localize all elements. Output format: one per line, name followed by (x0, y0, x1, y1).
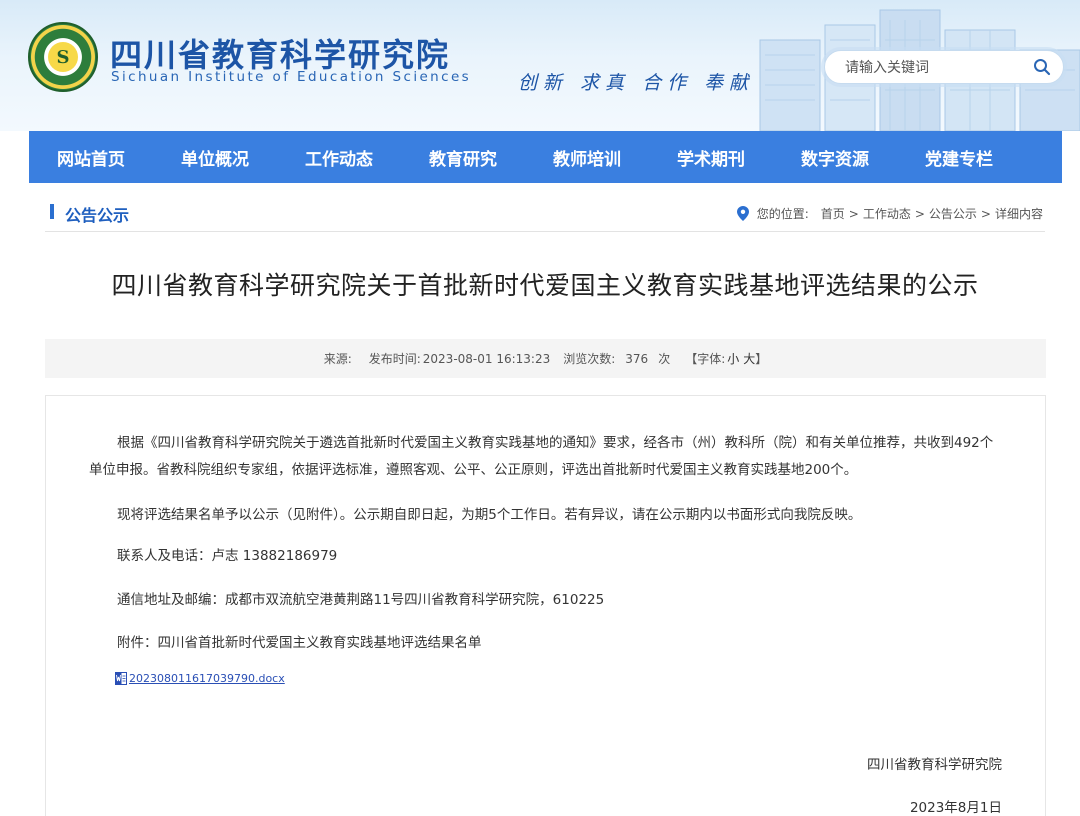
article-title: 四川省教育科学研究院关于首批新时代爱国主义教育实践基地评选结果的公示 (111, 271, 979, 300)
paragraph-address: 通信地址及邮编：成都市双流航空港黄荆路11号四川省教育科学研究院，610225 (117, 592, 605, 608)
breadcrumb-separator: > (914, 206, 925, 221)
nav-item-teacher-training[interactable]: 教师培训 (525, 131, 649, 183)
signature-org: 四川省教育科学研究院 (867, 757, 1002, 773)
search-icon[interactable] (1033, 58, 1051, 76)
nav-item-party-building[interactable]: 党建专栏 (897, 131, 1021, 183)
nav-item-journals[interactable]: 学术期刊 (649, 131, 773, 183)
attachment-filename[interactable]: 202308011617039790.docx (129, 672, 285, 685)
section-header: 公告公示 您的位置: 首页 > 工作动态 > 公告公示 > 详细内容 (45, 192, 1045, 232)
nav-item-overview[interactable]: 单位概况 (153, 131, 277, 183)
nav-item-digital-resources[interactable]: 数字资源 (773, 131, 897, 183)
word-document-icon (115, 672, 127, 685)
nav-item-research[interactable]: 教育研究 (401, 131, 525, 183)
paragraph-notice: 现将评选结果名单予以公示（见附件）。公示期自即日起，为期5个工作日。若有异议，请… (117, 507, 862, 523)
publish-time-label: 发布时间: (368, 352, 421, 366)
breadcrumb-detail: 详细内容 (994, 207, 1043, 221)
section-title[interactable]: 公告公示 (65, 202, 129, 226)
location-label: 您的位置: (756, 207, 809, 221)
institute-logo[interactable]: S (28, 22, 98, 92)
views-unit: 次 (658, 352, 671, 366)
source-label: 来源: (323, 352, 352, 366)
breadcrumb-notices[interactable]: 公告公示 (929, 205, 977, 222)
font-size-label: 【字体: (685, 352, 726, 366)
attachment-link[interactable]: 202308011617039790.docx (115, 672, 285, 685)
search-box (824, 50, 1064, 84)
view-count: 376 (625, 351, 649, 366)
paragraph-intro: 根据《四川省教育科学研究院关于遴选首批新时代爱国主义教育实践基地的通知》要求，经… (89, 435, 994, 478)
site-subtitle: Sichuan Institute of Education Sciences (111, 69, 472, 85)
section-marker (50, 204, 54, 219)
site-header: S 四川省教育科学研究院 Sichuan Institute of Educat… (0, 0, 1080, 131)
breadcrumb-separator: > (848, 206, 859, 221)
font-size-close: 】 (755, 352, 768, 366)
location-pin-icon (736, 206, 749, 221)
paragraph-contact: 联系人及电话：卢志 13882186979 (117, 548, 338, 564)
breadcrumb: 您的位置: 首页 > 工作动态 > 公告公示 > 详细内容 (736, 205, 1043, 222)
breadcrumb-separator: > (980, 206, 991, 221)
views-label: 浏览次数: (563, 352, 616, 366)
article-content: 根据《四川省教育科学研究院关于遴选首批新时代爱国主义教育实践基地的通知》要求，经… (45, 395, 1046, 816)
font-small-button[interactable]: 小 (727, 350, 739, 367)
signature-date: 2023年8月1日 (909, 800, 1002, 816)
breadcrumb-home[interactable]: 首页 (821, 205, 845, 222)
font-large-button[interactable]: 大 (743, 350, 755, 367)
nav-item-work-news[interactable]: 工作动态 (277, 131, 401, 183)
paragraph-attachment: 附件：四川省首批新时代爱国主义教育实践基地评选结果名单 (117, 635, 482, 651)
article-meta: 来源: 发布时间: 2023-08-01 16:13:23 浏览次数: 376 … (45, 339, 1046, 378)
main-nav: 网站首页 单位概况 工作动态 教育研究 教师培训 学术期刊 数字资源 党建专栏 (29, 131, 1062, 183)
logo-emblem: S (48, 42, 78, 72)
publish-time: 2023-08-01 16:13:23 (422, 351, 551, 366)
search-input[interactable] (845, 57, 1035, 79)
institute-motto: 创新 求真 合作 奉献 (518, 72, 755, 94)
breadcrumb-work-news[interactable]: 工作动态 (863, 205, 911, 222)
nav-item-home[interactable]: 网站首页 (29, 131, 153, 183)
